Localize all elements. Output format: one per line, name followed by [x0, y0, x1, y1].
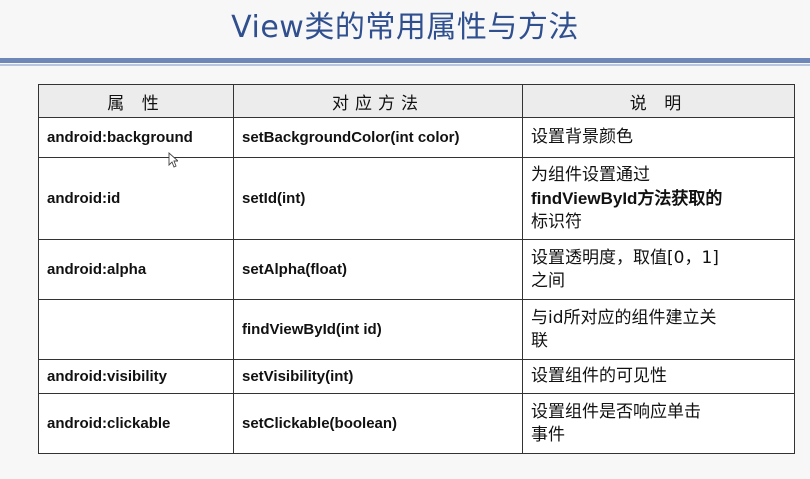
table-header-row: 属 性 对应方法 说 明	[38, 84, 795, 118]
table-row: android:id setId(int) 为组件设置通过 findViewBy…	[38, 157, 795, 240]
table-row: android:background setBackgroundColor(in…	[38, 117, 795, 158]
mouse-cursor-icon	[168, 152, 178, 168]
desc-line: 事件	[531, 424, 565, 445]
desc-line: 与id所对应的组件建立关	[531, 307, 717, 328]
method-cell: setVisibility(int)	[233, 359, 523, 394]
method-cell: setBackgroundColor(int color)	[233, 117, 523, 158]
desc-line: 设置组件的可见性	[531, 366, 667, 386]
desc-cell: 为组件设置通过 findViewById方法获取的 标识符	[522, 157, 795, 240]
desc-line: 标识符	[531, 211, 582, 232]
desc-cell: 设置透明度，取值[0，1] 之间	[522, 239, 795, 300]
desc-line: 设置透明度，取值[0，1]	[531, 247, 719, 268]
method-cell: setAlpha(float)	[233, 239, 523, 300]
desc-cell: 设置组件的可见性	[522, 359, 795, 394]
method-cell: findViewById(int id)	[233, 299, 523, 360]
table-row: android:clickable setClickable(boolean) …	[38, 393, 795, 454]
attr-cell: android:background	[38, 117, 234, 158]
method-cell: setClickable(boolean)	[233, 393, 523, 454]
attr-cell: android:clickable	[38, 393, 234, 454]
header-method: 对应方法	[233, 84, 523, 118]
method-cell: setId(int)	[233, 157, 523, 240]
table-row: findViewById(int id) 与id所对应的组件建立关 联	[38, 299, 795, 360]
header-description: 说 明	[522, 84, 795, 118]
desc-line: findViewById方法获取的	[531, 188, 723, 208]
desc-line: 联	[531, 330, 548, 351]
table-row: android:alpha setAlpha(float) 设置透明度，取值[0…	[38, 239, 795, 300]
header-attribute: 属 性	[38, 84, 234, 118]
desc-cell: 与id所对应的组件建立关 联	[522, 299, 795, 360]
desc-line: 为组件设置通过	[531, 164, 650, 185]
title-divider	[0, 58, 810, 63]
desc-cell: 设置背景颜色	[522, 117, 795, 158]
desc-line: 之间	[531, 270, 565, 291]
view-attributes-table: 属 性 对应方法 说 明 android:background setBackg…	[38, 84, 795, 454]
slide-title: View类的常用属性与方法	[231, 10, 579, 45]
attr-cell: android:id	[38, 157, 234, 240]
attr-cell: android:visibility	[38, 359, 234, 394]
title-divider-thin	[0, 64, 810, 66]
desc-cell: 设置组件是否响应单击 事件	[522, 393, 795, 454]
desc-line: 设置组件是否响应单击	[531, 401, 701, 422]
attr-cell: android:alpha	[38, 239, 234, 300]
attr-cell	[38, 299, 234, 360]
table-row: android:visibility setVisibility(int) 设置…	[38, 359, 795, 394]
desc-line: 设置背景颜色	[531, 127, 633, 147]
